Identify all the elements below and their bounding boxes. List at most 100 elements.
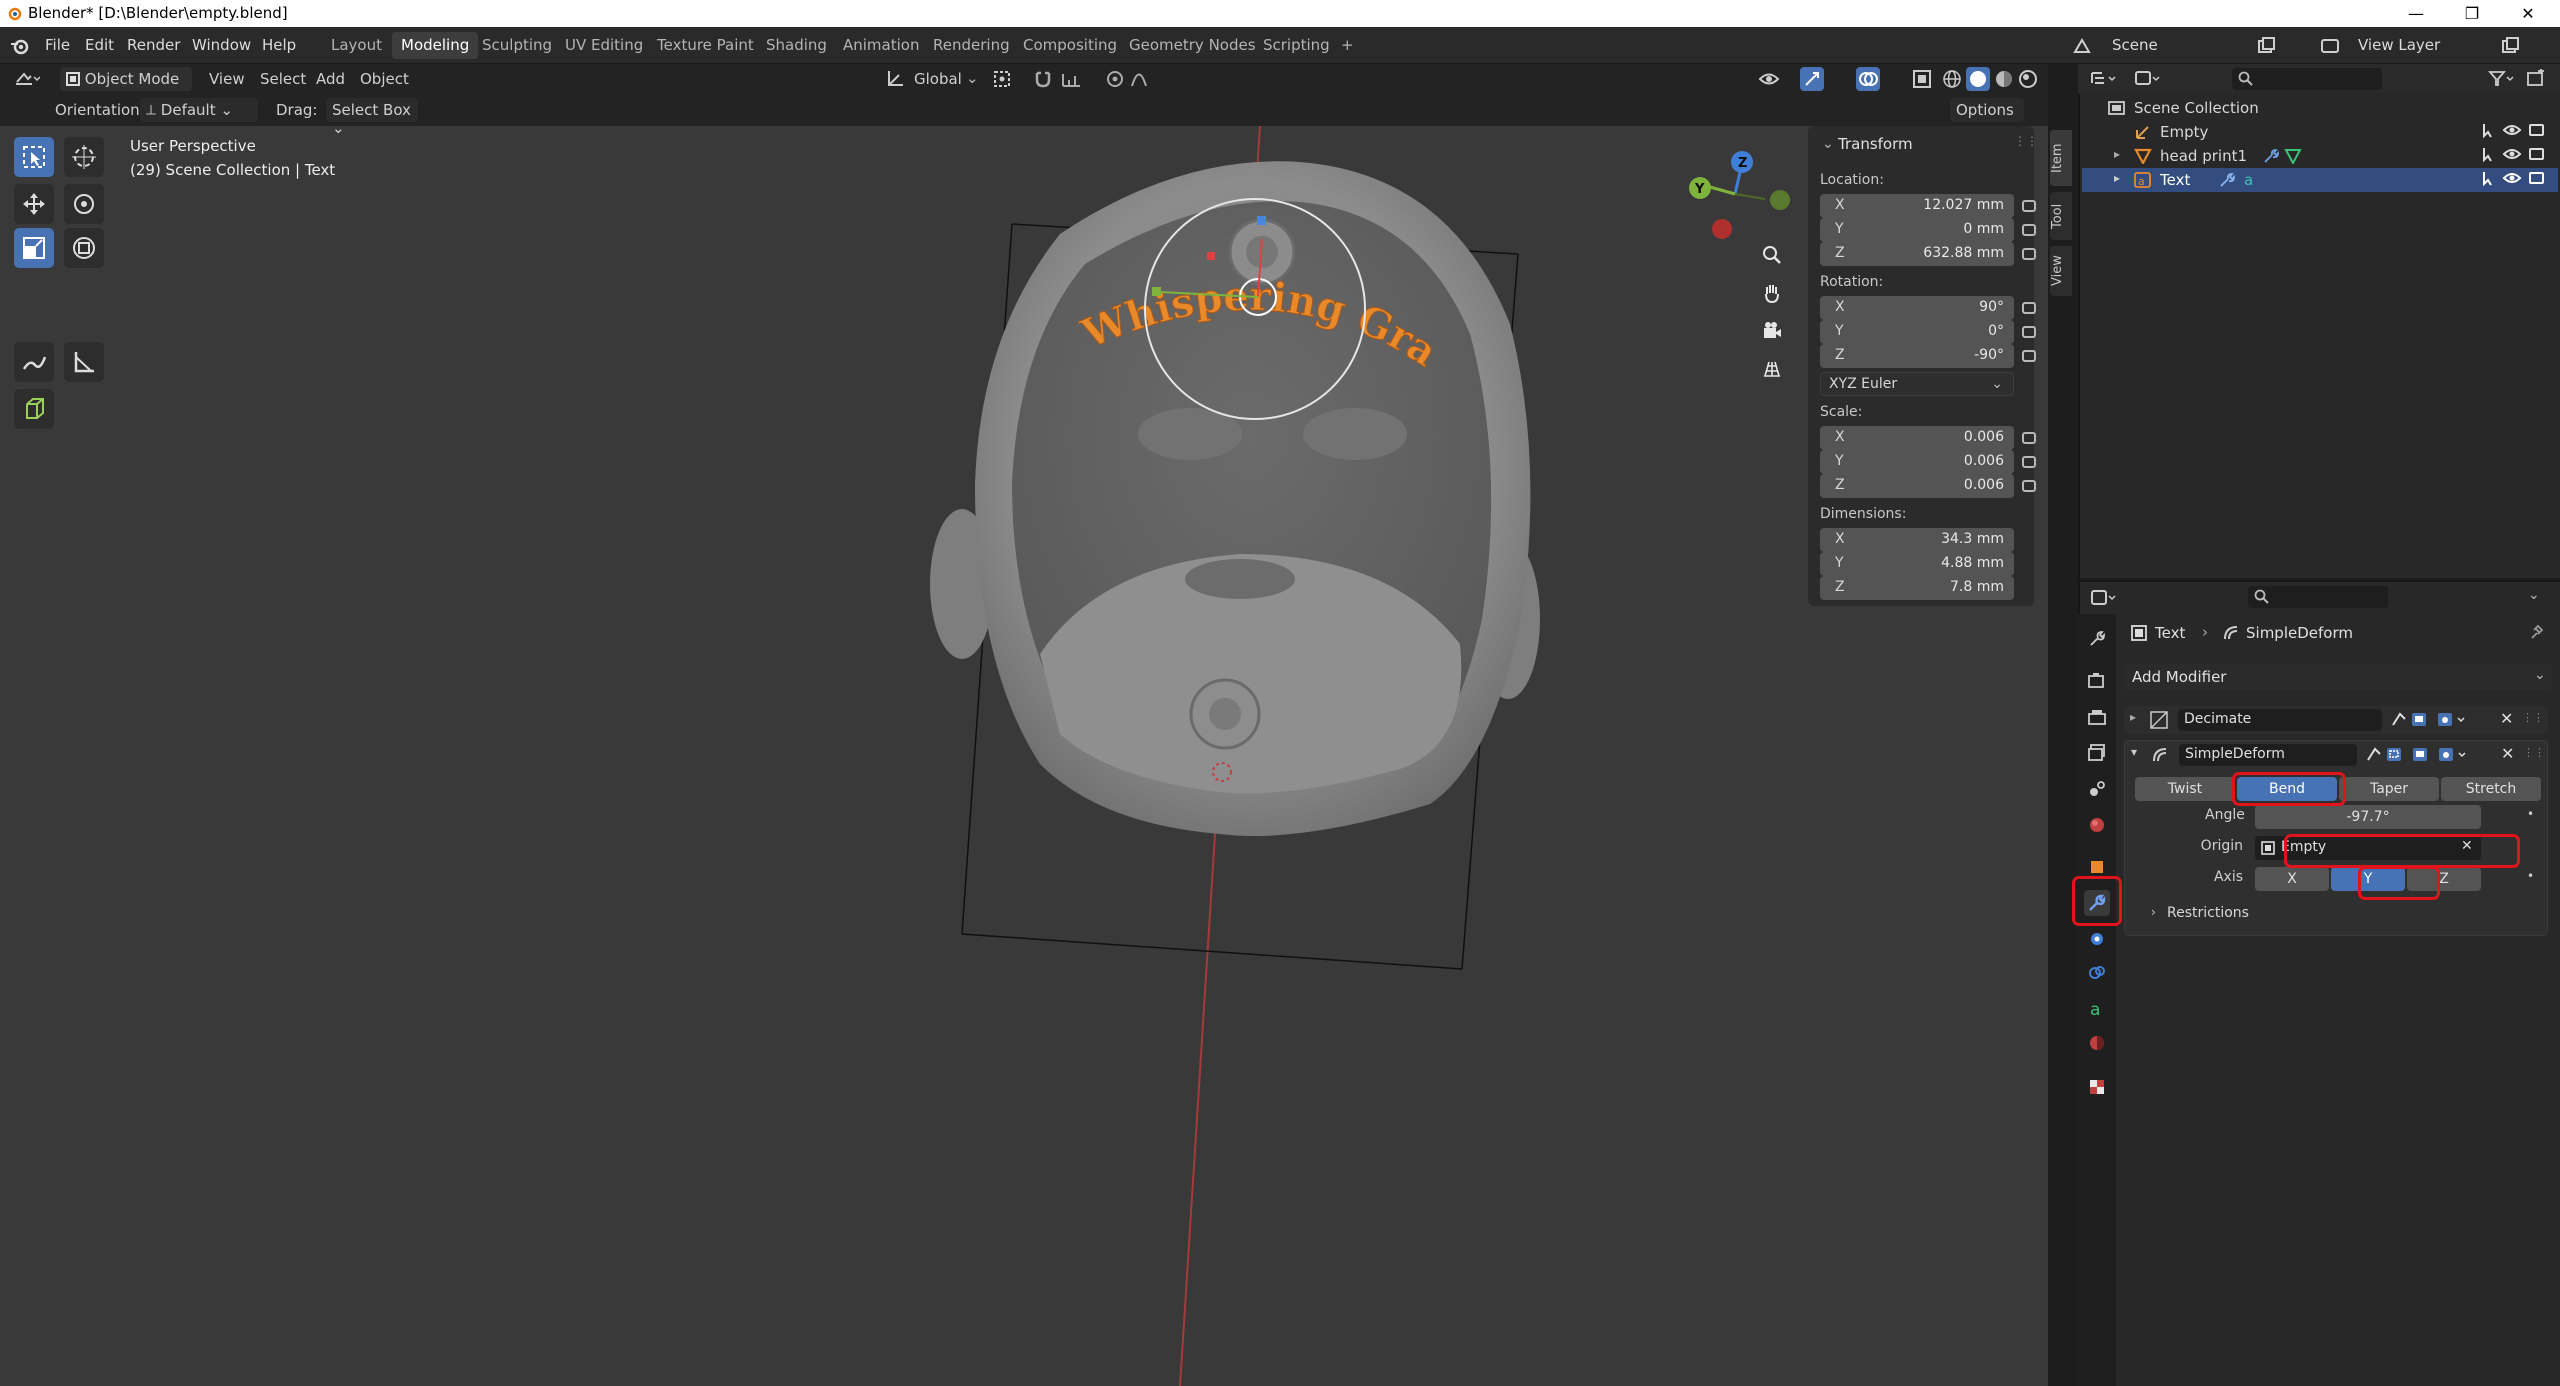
outliner-row-scene-collection[interactable]: Scene Collection bbox=[2082, 96, 2558, 120]
workspace-tab-sculpting[interactable]: Sculpting bbox=[473, 32, 561, 59]
angle-field[interactable]: -97.7° bbox=[2255, 805, 2481, 829]
dimensions-x-field[interactable]: X 34.3 mm bbox=[1820, 528, 2014, 552]
add-modifier-dropdown[interactable]: Add Modifier ⌄ bbox=[2124, 664, 2552, 690]
lock-rotation-y-icon[interactable] bbox=[2022, 326, 2036, 338]
tool-scale[interactable] bbox=[14, 228, 54, 268]
tool-move[interactable] bbox=[14, 184, 54, 224]
display-mode-icon[interactable] bbox=[2134, 70, 2162, 88]
mode-twist-button[interactable]: Twist bbox=[2135, 777, 2235, 801]
tab-physics-icon[interactable] bbox=[2084, 960, 2110, 986]
workspace-tab-shading[interactable]: Shading bbox=[757, 32, 836, 59]
menu-object[interactable]: Object bbox=[360, 70, 409, 88]
tab-world-icon[interactable] bbox=[2084, 812, 2110, 838]
shading-rendered-icon[interactable] bbox=[2018, 69, 2038, 89]
workspace-tab-uv-editing[interactable]: UV Editing bbox=[556, 32, 652, 59]
new-collection-icon[interactable] bbox=[2526, 69, 2546, 89]
ortho-grid-icon[interactable] bbox=[1757, 354, 1787, 384]
tab-particles-icon[interactable] bbox=[2084, 926, 2110, 952]
sidebar-tab-view[interactable]: View bbox=[2050, 246, 2072, 296]
view-layer-selector[interactable]: View Layer bbox=[2358, 36, 2440, 54]
drag-handle-icon[interactable]: ⋮⋮ bbox=[2523, 746, 2545, 759]
expand-arrow-icon[interactable]: ▸ bbox=[2130, 710, 2136, 724]
lock-rotation-z-icon[interactable] bbox=[2022, 350, 2036, 362]
tab-output-icon[interactable] bbox=[2084, 704, 2110, 730]
remove-decimate-icon[interactable]: ✕ bbox=[2500, 709, 2513, 728]
lock-location-y-icon[interactable] bbox=[2022, 224, 2036, 236]
properties-editor-type-icon[interactable] bbox=[2090, 588, 2118, 608]
orientation-chevron-icon[interactable]: ⌄ bbox=[966, 69, 979, 87]
minimize-button[interactable]: — bbox=[2386, 0, 2446, 27]
decimate-name-field[interactable]: Decimate bbox=[2178, 709, 2382, 731]
shading-material-icon[interactable] bbox=[1994, 69, 2014, 89]
mode-stretch-button[interactable]: Stretch bbox=[2441, 777, 2541, 801]
snap-magnet-icon[interactable] bbox=[1032, 69, 1056, 89]
snap-increment-icon[interactable] bbox=[1060, 69, 1086, 89]
tool-transform[interactable] bbox=[64, 228, 104, 268]
menu-window[interactable]: Window bbox=[192, 36, 251, 54]
keyframe-dot-icon[interactable]: • bbox=[2527, 869, 2534, 883]
xray-toggle-icon[interactable] bbox=[1912, 69, 1932, 89]
navigation-gizmo[interactable]: Z Y bbox=[1680, 144, 1800, 254]
workspace-tab-layout[interactable]: Layout bbox=[322, 32, 391, 59]
transform-orientation-dropdown[interactable]: Global bbox=[914, 70, 962, 88]
menu-edit[interactable]: Edit bbox=[85, 36, 114, 54]
menu-select[interactable]: Select bbox=[260, 70, 306, 88]
options-dropdown[interactable]: Options ⌄ bbox=[1950, 98, 2024, 137]
expand-arrow-icon[interactable]: ▸ bbox=[2114, 171, 2120, 185]
drag-handle-icon[interactable]: ⋮⋮ bbox=[2014, 134, 2038, 148]
editor-type-icon[interactable] bbox=[14, 70, 40, 88]
gizmo-handle-x[interactable] bbox=[1207, 252, 1215, 260]
outliner-editor-type-icon[interactable] bbox=[2090, 70, 2118, 88]
rotation-y-field[interactable]: Y 0° bbox=[1820, 320, 2014, 344]
axis-x-button[interactable]: X bbox=[2255, 867, 2329, 891]
camera-view-icon[interactable] bbox=[1757, 316, 1787, 346]
expand-arrow-icon[interactable]: ▸ bbox=[2114, 147, 2120, 161]
properties-options-chevron-icon[interactable]: ⌄ bbox=[2528, 587, 2540, 603]
tool-cursor[interactable] bbox=[64, 137, 104, 177]
proportional-editing-icon[interactable] bbox=[1106, 69, 1124, 89]
location-z-field[interactable]: Z 632.88 mm bbox=[1820, 242, 2014, 266]
tab-scene-icon[interactable] bbox=[2084, 776, 2110, 802]
transform-section-title[interactable]: Transform bbox=[1838, 135, 1913, 153]
remove-simpledeform-icon[interactable]: ✕ bbox=[2501, 744, 2514, 763]
lock-scale-x-icon[interactable] bbox=[2022, 432, 2036, 444]
lock-rotation-x-icon[interactable] bbox=[2022, 302, 2036, 314]
menu-file[interactable]: File bbox=[45, 36, 70, 54]
transform-orientation-icon[interactable] bbox=[885, 69, 907, 89]
tab-object-data-icon[interactable]: a bbox=[2084, 996, 2110, 1022]
outliner[interactable]: Scene Collection Empty ▸ head print1 ▸ a… bbox=[2078, 94, 2560, 578]
tab-view-layer-icon[interactable] bbox=[2084, 740, 2110, 766]
menu-add[interactable]: Add bbox=[316, 70, 345, 88]
scale-x-field[interactable]: X 0.006 bbox=[1820, 426, 2014, 450]
tab-material-icon[interactable] bbox=[2084, 1030, 2110, 1056]
gizmo-handle-y[interactable] bbox=[1152, 287, 1161, 296]
falloff-curve-icon[interactable] bbox=[1130, 69, 1152, 89]
dimensions-y-field[interactable]: Y 4.88 mm bbox=[1820, 552, 2014, 576]
rotation-x-field[interactable]: X 90° bbox=[1820, 296, 2014, 320]
drag-dropdown[interactable]: Select Box ⌄ bbox=[326, 98, 418, 137]
properties-search-input[interactable] bbox=[2248, 586, 2388, 608]
workspace-tab-scripting[interactable]: Scripting bbox=[1254, 32, 1339, 59]
expand-arrow-icon[interactable]: › bbox=[2151, 905, 2156, 919]
lock-scale-z-icon[interactable] bbox=[2022, 480, 2036, 492]
location-y-field[interactable]: Y0 mm bbox=[1820, 218, 2014, 242]
gizmo-x-axis-icon[interactable] bbox=[1712, 219, 1732, 239]
rotation-z-field[interactable]: Z -90° bbox=[1820, 344, 2014, 368]
simpledeform-name-field[interactable]: SimpleDeform bbox=[2179, 744, 2357, 766]
close-window-button[interactable]: ✕ bbox=[2498, 0, 2558, 27]
keyframe-dot-icon[interactable]: • bbox=[2527, 807, 2534, 821]
lock-scale-y-icon[interactable] bbox=[2022, 456, 2036, 468]
workspace-tab-texture-paint[interactable]: Texture Paint bbox=[648, 32, 763, 59]
tab-render-icon[interactable] bbox=[2084, 668, 2110, 694]
modifier-panel-decimate[interactable]: ▸ Decimate ✕ ⋮⋮ bbox=[2124, 706, 2548, 734]
pan-hand-icon[interactable] bbox=[1757, 278, 1787, 308]
show-overlays-icon[interactable] bbox=[1856, 67, 1880, 91]
shading-solid-icon[interactable] bbox=[1966, 67, 1990, 91]
workspace-tab-animation[interactable]: Animation bbox=[834, 32, 928, 59]
workspace-tab-rendering[interactable]: Rendering bbox=[924, 32, 1019, 59]
object-mode-dropdown[interactable]: Object Mode ⌄ bbox=[60, 67, 192, 106]
gizmo-neg-y-icon[interactable] bbox=[1770, 190, 1790, 210]
restrictions-subpanel[interactable]: Restrictions bbox=[2167, 905, 2249, 921]
tab-texture-icon[interactable] bbox=[2084, 1074, 2110, 1100]
location-x-field[interactable]: X 12.027 mm bbox=[1820, 194, 2014, 218]
